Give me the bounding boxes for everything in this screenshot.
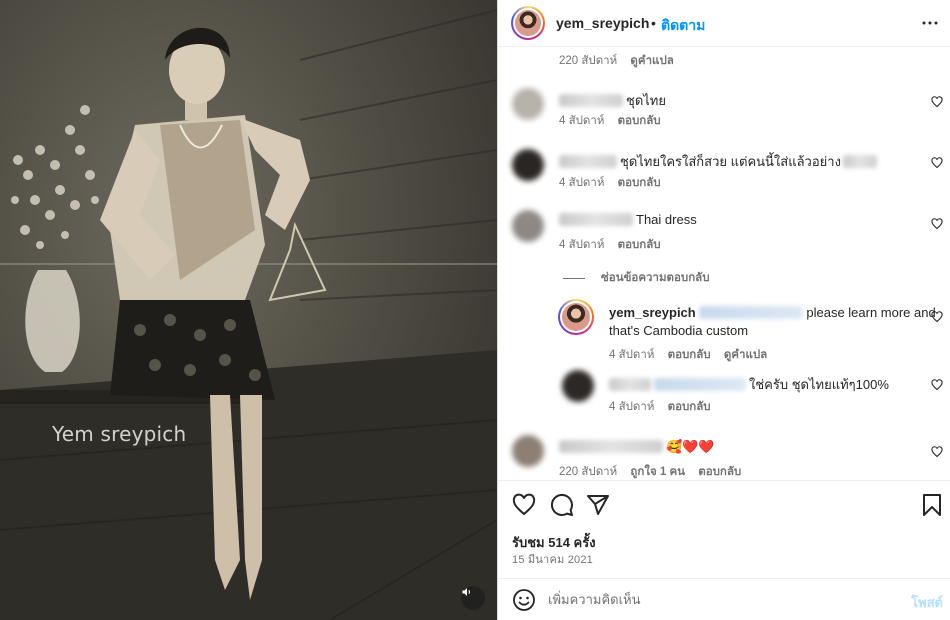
redacted-mention <box>699 306 804 319</box>
comment-time: 4 สัปดาห์ <box>559 239 605 251</box>
comment-time: 4 สัปดาห์ <box>559 177 605 189</box>
reply-button[interactable]: ตอบกลับ <box>668 401 711 413</box>
comment-text: ชุดไทยใครใส่ก็สวย แต่คนนี้ใส่แล้วอย่าง <box>559 151 880 172</box>
hide-replies-button[interactable]: ซ่อนข้อความตอบกลับ <box>563 269 710 287</box>
more-horizontal-icon[interactable] <box>921 14 939 32</box>
comment-like-icon[interactable] <box>931 157 943 169</box>
reply-text: ใช่ครับ ชุดไทยแท้ๆ100% <box>609 374 889 395</box>
comment-meta: 220 สัปดาห์ ถูกใจ 1 คน ตอบกลับ <box>559 463 751 480</box>
comment-text: ชุดไทย <box>559 90 666 111</box>
comment-likes-count[interactable]: ถูกใจ 1 คน <box>630 466 685 478</box>
redacted-username <box>559 440 663 453</box>
volume-icon <box>462 588 470 596</box>
header-avatar[interactable] <box>511 6 545 40</box>
reply-text-line2: that's Cambodia custom <box>609 323 749 338</box>
comment-text: 🥰❤️❤️ <box>559 439 715 455</box>
comment-meta: 4 สัปดาห์ ตอบกลับ <box>559 112 671 130</box>
comment-like-icon[interactable] <box>931 218 943 230</box>
post-date[interactable]: 15 มีนาคม 2021 <box>512 550 593 568</box>
comment-time: 220 สัปดาห์ <box>559 55 618 67</box>
post-media[interactable]: Yem sreypich <box>0 0 497 620</box>
redacted-username <box>559 155 617 168</box>
bookmark-icon[interactable] <box>922 493 942 517</box>
comments-list[interactable]: 220 สัปดาห์ ดูคำแปล ชุดไทย 4 สัปดาห์ ตอบ… <box>498 48 950 480</box>
reply-avatar[interactable] <box>562 370 594 402</box>
post-panel: yem_sreypich • ติดตาม 220 สัปดาห์ ดูคำแป… <box>497 0 950 620</box>
reply-avatar[interactable] <box>558 299 594 335</box>
comment-avatar[interactable] <box>512 435 544 467</box>
translate-button[interactable]: ดูคำแปล <box>630 55 673 67</box>
redacted-username <box>609 378 651 391</box>
comment-time: 4 สัปดาห์ <box>609 349 655 361</box>
redacted-username <box>559 213 633 226</box>
comment-time: 4 สัปดาห์ <box>559 115 605 127</box>
comment-like-icon[interactable] <box>931 446 943 458</box>
comment-like-icon[interactable] <box>931 379 943 391</box>
follow-button[interactable]: ติดตาม <box>661 15 705 37</box>
heart-icon[interactable] <box>512 493 536 517</box>
volume-button[interactable] <box>461 586 485 610</box>
comment-text: Thai dress <box>559 212 697 227</box>
comment-meta: 4 สัปดาห์ ตอบกลับ <box>559 236 671 254</box>
comment-avatar[interactable] <box>512 88 544 120</box>
comment-icon[interactable] <box>550 493 574 517</box>
comment-time: 220 สัปดาห์ <box>559 466 618 478</box>
comment-meta: 4 สัปดาห์ ตอบกลับ <box>609 398 721 416</box>
share-icon[interactable] <box>586 493 610 517</box>
post-photo <box>0 0 497 620</box>
comment-meta: 4 สัปดาห์ ตอบกลับ <box>559 174 671 192</box>
comment-meta: 220 สัปดาห์ ดูคำแปล <box>559 52 684 70</box>
reply-button[interactable]: ตอบกลับ <box>618 239 661 251</box>
redacted-mention <box>654 378 746 391</box>
media-watermark: Yem sreypich <box>52 422 187 446</box>
reply-button[interactable]: ตอบกลับ <box>698 466 741 478</box>
comment-composer: โพสต์ <box>498 578 950 620</box>
comment-input[interactable] <box>548 588 888 610</box>
post-button[interactable]: โพสต์ <box>911 592 943 613</box>
comment-avatar[interactable] <box>512 210 544 242</box>
comment-like-icon[interactable] <box>931 96 943 108</box>
reply-button[interactable]: ตอบกลับ <box>668 349 711 361</box>
post-header: yem_sreypich • ติดตาม <box>498 0 950 47</box>
comment-time: 4 สัปดาห์ <box>609 401 655 413</box>
comment-meta: 4 สัปดาห์ ตอบกลับ ดูคำแปล <box>609 346 777 364</box>
comment-avatar[interactable] <box>512 149 544 181</box>
redacted-username <box>559 94 623 107</box>
emoji-icon[interactable] <box>512 588 536 612</box>
comment-like-icon[interactable] <box>931 311 943 323</box>
reply-button[interactable]: ตอบกลับ <box>618 177 661 189</box>
translate-button[interactable]: ดูคำแปล <box>724 349 767 361</box>
action-bar: รับชม 514 ครั้ง 15 มีนาคม 2021 <box>498 480 950 578</box>
header-username[interactable]: yem_sreypich <box>556 15 649 31</box>
header-separator: • <box>651 15 656 31</box>
reply-username[interactable]: yem_sreypich <box>609 305 696 320</box>
reply-button[interactable]: ตอบกลับ <box>618 115 661 127</box>
reply-text: yem_sreypich please learn more and <box>609 305 936 320</box>
